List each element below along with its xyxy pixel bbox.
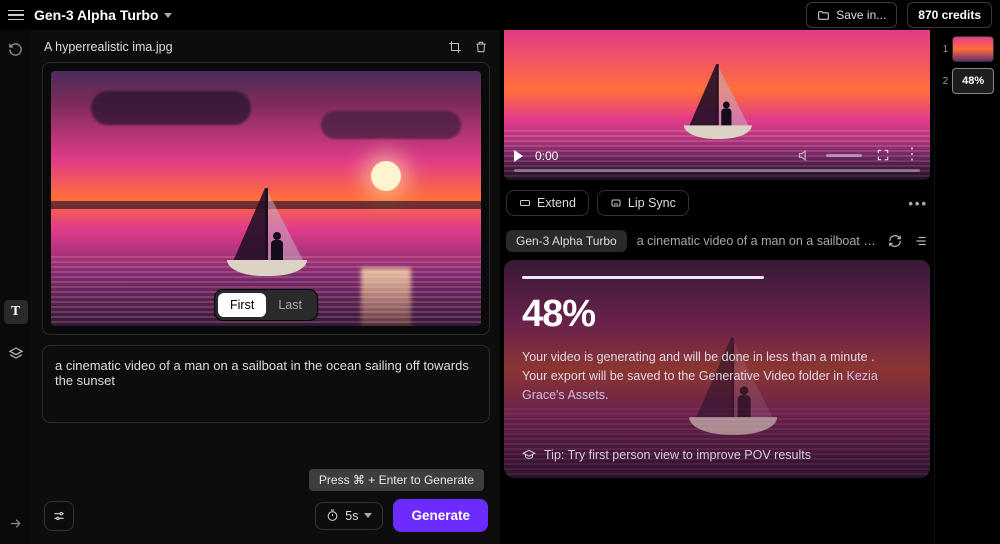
- generate-bar: Press ⌘ + Enter to Generate 5s Generate: [42, 487, 490, 536]
- player-controls: 0:00 ⋮: [504, 142, 930, 180]
- crop-icon[interactable]: [448, 40, 462, 54]
- volume-slider[interactable]: [826, 154, 862, 157]
- collapse-icon[interactable]: [8, 516, 24, 532]
- progress-bar: [522, 276, 764, 279]
- save-button[interactable]: Save in...: [806, 2, 897, 28]
- queue-item[interactable]: 2 48%: [941, 68, 994, 94]
- tip-text: Tip: Try first person view to improve PO…: [544, 448, 811, 462]
- preview-more-icon[interactable]: •••: [908, 196, 928, 211]
- job-status-text: Your video is generating and will be don…: [522, 348, 912, 404]
- source-image-card: First Last: [42, 62, 490, 335]
- job-header: Gen-3 Alpha Turbo a cinematic video of a…: [504, 226, 930, 260]
- tip-row: Tip: Try first person view to improve PO…: [522, 448, 912, 462]
- scrubber[interactable]: [514, 169, 920, 172]
- duration-selector[interactable]: 5s: [315, 502, 383, 530]
- prompt-input[interactable]: a cinematic video of a man on a sailboat…: [42, 345, 490, 423]
- menu-icon[interactable]: [8, 8, 24, 23]
- left-pane: A hyperrealistic ima.jpg First Last: [32, 30, 500, 544]
- chevron-down-icon: [164, 13, 172, 18]
- lipsync-label: Lip Sync: [628, 196, 676, 210]
- refresh-icon[interactable]: [888, 234, 902, 248]
- model-selector[interactable]: Gen-3 Alpha Turbo: [34, 7, 172, 23]
- trash-icon[interactable]: [474, 40, 488, 54]
- cap-icon: [522, 448, 536, 462]
- extend-icon: [519, 197, 531, 209]
- progress-percent: 48%: [522, 293, 912, 336]
- frame-first-button[interactable]: First: [218, 293, 266, 317]
- lipsync-button[interactable]: Lip Sync: [597, 190, 689, 216]
- job-card: 48% Your video is generating and will be…: [504, 260, 930, 478]
- preview-actions: Extend Lip Sync •••: [504, 180, 930, 226]
- job-prompt-text: a cinematic video of a man on a sailboat…: [637, 234, 878, 248]
- text-tool-icon[interactable]: T: [4, 300, 28, 324]
- sliders-icon: [52, 509, 66, 523]
- chevron-down-icon: [364, 513, 372, 518]
- source-filename: A hyperrealistic ima.jpg: [44, 40, 173, 54]
- source-image: [51, 71, 481, 326]
- job-status-line2: Your export will be saved to the Generat…: [522, 367, 912, 405]
- model-name: Gen-3 Alpha Turbo: [34, 7, 158, 23]
- extend-label: Extend: [537, 196, 576, 210]
- layers-icon[interactable]: [8, 346, 24, 362]
- right-pane: 0:00 ⋮ Extend: [500, 30, 934, 544]
- frame-toggle: First Last: [215, 290, 317, 320]
- fullscreen-icon[interactable]: [876, 148, 890, 162]
- frame-last-button[interactable]: Last: [266, 293, 314, 317]
- volume-icon[interactable]: [797, 148, 812, 163]
- queue-thumbnail: [952, 36, 994, 62]
- queue-progress: 48%: [952, 68, 994, 94]
- save-label: Save in...: [836, 8, 886, 22]
- job-status-line1: Your video is generating and will be don…: [522, 348, 912, 367]
- credits-badge[interactable]: 870 credits: [907, 2, 992, 28]
- duration-value: 5s: [345, 509, 358, 523]
- playback-time: 0:00: [535, 149, 558, 163]
- extend-button[interactable]: Extend: [506, 190, 589, 216]
- settings-button[interactable]: [44, 501, 74, 531]
- job-model-pill: Gen-3 Alpha Turbo: [506, 230, 627, 252]
- play-icon[interactable]: [514, 150, 523, 162]
- video-preview[interactable]: 0:00 ⋮: [504, 30, 930, 180]
- undo-icon[interactable]: [8, 42, 24, 58]
- left-rail: T: [0, 30, 32, 544]
- stopwatch-icon: [326, 509, 339, 522]
- generate-tooltip: Press ⌘ + Enter to Generate: [309, 469, 484, 491]
- folder-icon: [817, 9, 830, 22]
- lipsync-icon: [610, 197, 622, 209]
- queue-index: 1: [941, 44, 948, 55]
- generate-button[interactable]: Generate: [393, 499, 488, 532]
- top-bar: Gen-3 Alpha Turbo Save in... 870 credits: [0, 0, 1000, 30]
- queue-rail: 1 2 48%: [934, 30, 1000, 544]
- queue-index: 2: [941, 76, 948, 87]
- queue-item[interactable]: 1: [941, 36, 994, 62]
- player-more-icon[interactable]: ⋮: [904, 148, 920, 163]
- file-bar: A hyperrealistic ima.jpg: [42, 38, 490, 62]
- list-icon[interactable]: [914, 234, 928, 248]
